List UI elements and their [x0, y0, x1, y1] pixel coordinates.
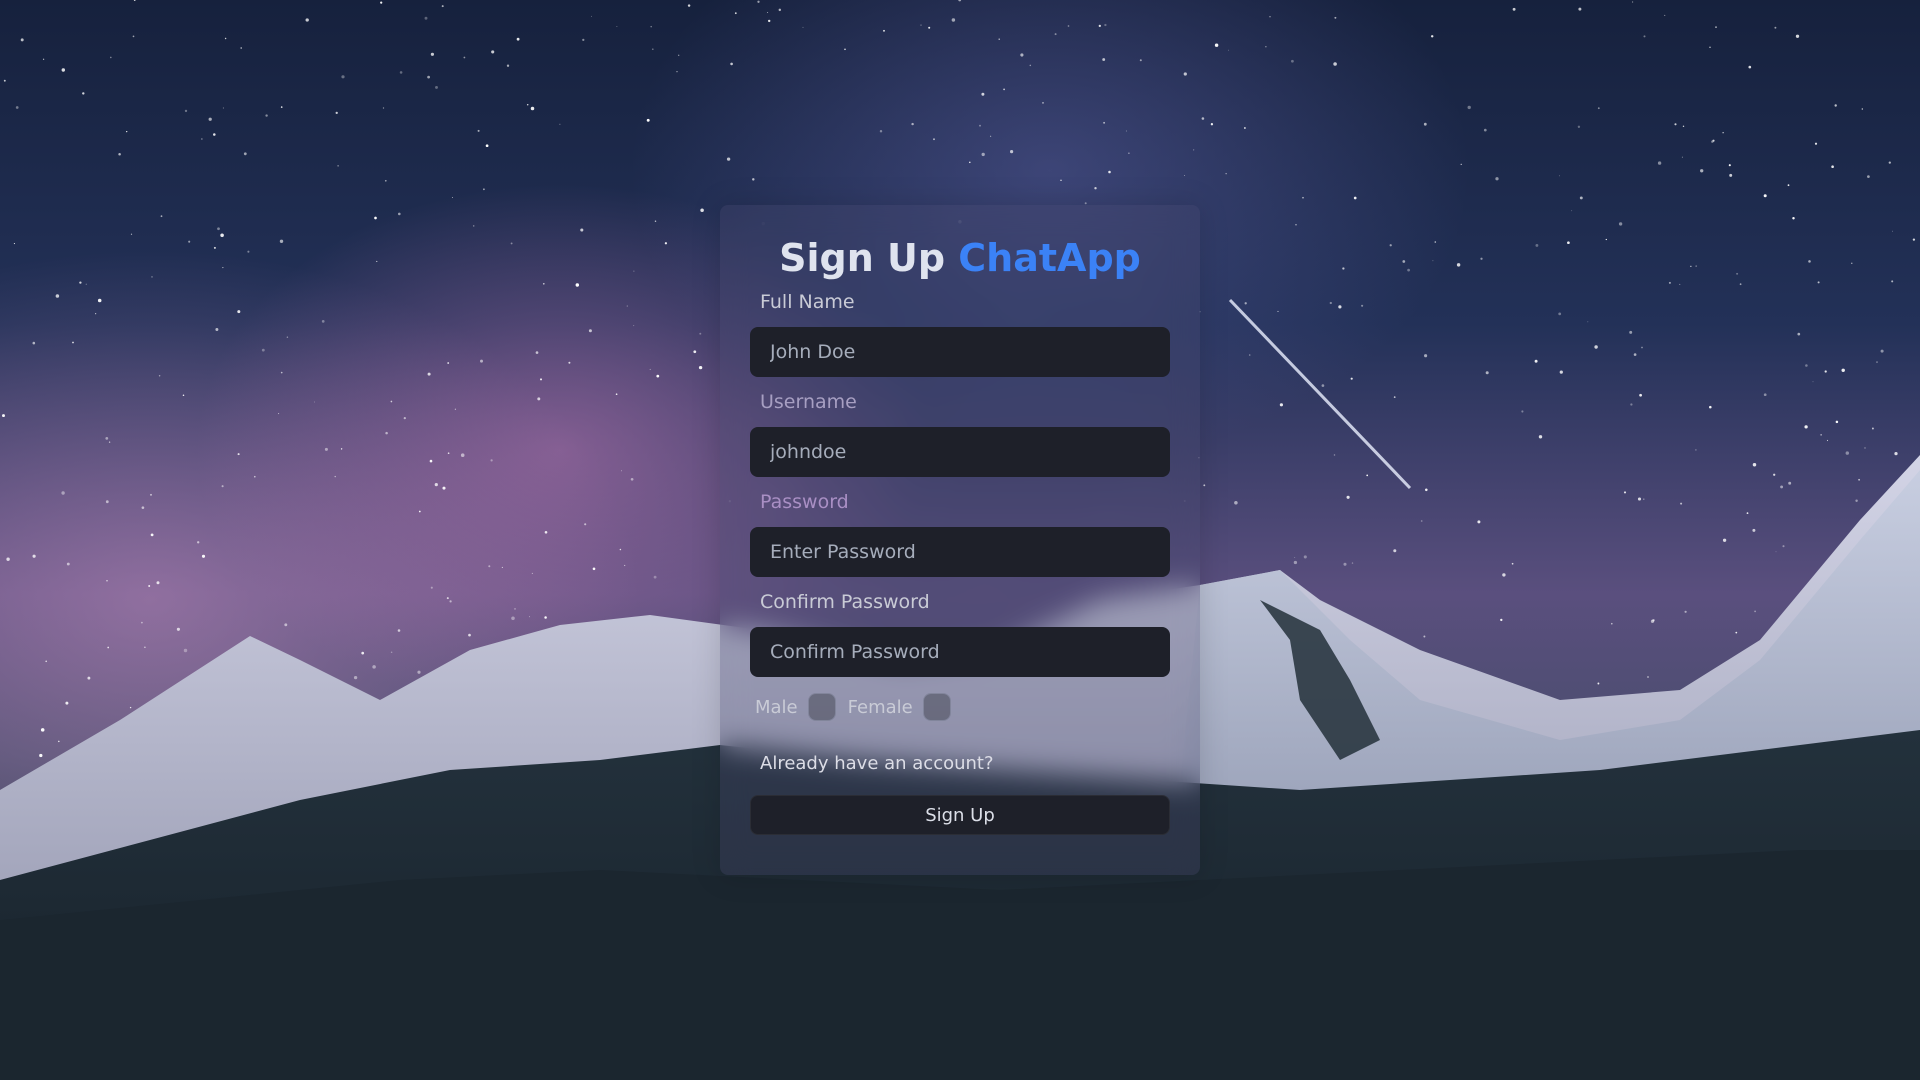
female-label: Female [847, 696, 913, 718]
confirm-password-input[interactable] [750, 627, 1170, 677]
male-label: Male [755, 696, 798, 718]
full-name-input[interactable] [750, 327, 1170, 377]
login-link[interactable]: Already have an account? [750, 751, 994, 777]
full-name-label: Full Name [760, 291, 855, 313]
confirm-password-label: Confirm Password [760, 591, 930, 613]
title-prefix: Sign Up [779, 236, 946, 280]
gender-selector: Male Female [750, 689, 1170, 725]
password-input[interactable] [750, 527, 1170, 577]
username-input[interactable] [750, 427, 1170, 477]
female-checkbox[interactable] [922, 693, 951, 721]
male-checkbox[interactable] [807, 693, 836, 721]
signup-button[interactable]: Sign Up [750, 795, 1170, 835]
brand-name: ChatApp [958, 236, 1141, 280]
page-title: Sign Up ChatApp [750, 233, 1170, 283]
username-label: Username [760, 391, 857, 413]
signup-card: Sign Up ChatApp Full Name Username Passw… [720, 205, 1200, 875]
password-label: Password [760, 491, 849, 513]
